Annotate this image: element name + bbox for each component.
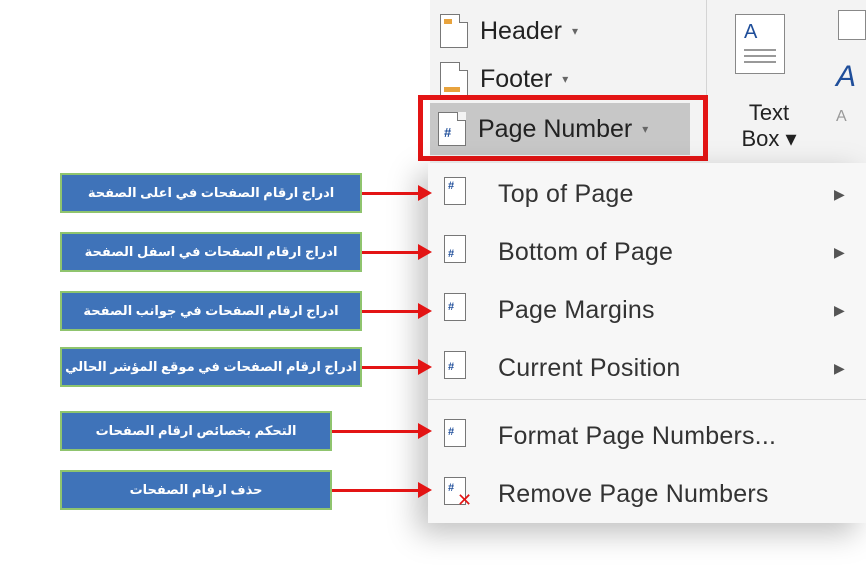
text-box-button[interactable]: Text Box ▾	[740, 100, 798, 152]
menu-item-format-page-numbers[interactable]: # Format Page Numbers...	[428, 407, 866, 465]
menu-item-current-position[interactable]: # Current Position ▶	[428, 339, 866, 397]
wordart-icon[interactable]: A	[836, 60, 856, 94]
menu-item-label: Top of Page	[498, 179, 634, 208]
annotation-top-of-page: ادراج ارقام الصفحات في اعلى الصفحة	[60, 173, 362, 213]
menu-item-top-of-page[interactable]: # Top of Page ▶	[428, 165, 866, 223]
annotation-remove-page-numbers: حذف ارقام الصفحات	[60, 470, 332, 510]
drop-cap-icon[interactable]: A	[836, 108, 847, 126]
arrow-page-margins	[362, 303, 432, 319]
menu-item-bottom-of-page[interactable]: # Bottom of Page ▶	[428, 223, 866, 281]
menu-item-label: Page Margins	[498, 295, 655, 324]
chevron-down-icon: ▾	[562, 72, 569, 86]
page-number-menu: # Top of Page ▶ # Bottom of Page ▶ # Pag…	[428, 163, 866, 523]
menu-item-label: Current Position	[498, 353, 681, 382]
page-top-icon: #	[444, 177, 466, 205]
text-box-label: Text	[748, 100, 790, 125]
header-icon	[440, 14, 468, 48]
page-margins-icon: #	[444, 293, 466, 321]
annotation-format-page-numbers: التحكم بخصائص ارقام الصفحات	[60, 411, 332, 451]
page-bottom-icon: #	[444, 235, 466, 263]
menu-item-remove-page-numbers[interactable]: # ✕ Remove Page Numbers	[428, 465, 866, 523]
annotation-page-margins: ادراج ارقام الصفحات في جوانب الصفحة	[60, 291, 362, 331]
arrow-bottom-of-page	[362, 244, 432, 260]
menu-separator	[428, 399, 866, 400]
arrow-top-of-page	[362, 185, 432, 201]
footer-button[interactable]: Footer ▾	[440, 62, 568, 96]
submenu-arrow-icon: ▶	[834, 301, 845, 318]
format-page-numbers-icon: #	[444, 419, 466, 447]
arrow-format-page-numbers	[332, 423, 432, 439]
highlight-frame	[418, 95, 708, 161]
menu-item-page-margins[interactable]: # Page Margins ▶	[428, 281, 866, 339]
footer-label: Footer	[480, 64, 553, 93]
page-current-icon: #	[444, 351, 466, 379]
submenu-arrow-icon: ▶	[834, 185, 845, 202]
chevron-down-icon: ▾	[572, 24, 579, 38]
menu-item-label: Bottom of Page	[498, 237, 674, 266]
quick-parts-icon[interactable]	[838, 10, 866, 40]
menu-item-label: Remove Page Numbers	[498, 479, 769, 508]
header-label: Header	[480, 16, 562, 45]
arrow-current-position	[362, 359, 432, 375]
text-box-label-2: Box ▾	[741, 126, 797, 151]
submenu-arrow-icon: ▶	[834, 359, 845, 376]
annotation-current-position: ادراج ارقام الصفحات في موقع المؤشر الحال…	[60, 347, 362, 387]
remove-page-numbers-icon: # ✕	[444, 477, 472, 510]
arrow-remove-page-numbers	[332, 482, 432, 498]
text-box-icon[interactable]: A	[735, 14, 785, 74]
annotation-bottom-of-page: ادراج ارقام الصفحات في اسفل الصفحة	[60, 232, 362, 272]
header-button[interactable]: Header ▾	[440, 14, 578, 48]
menu-item-label: Format Page Numbers...	[498, 421, 777, 450]
submenu-arrow-icon: ▶	[834, 243, 845, 260]
footer-icon	[440, 62, 468, 96]
